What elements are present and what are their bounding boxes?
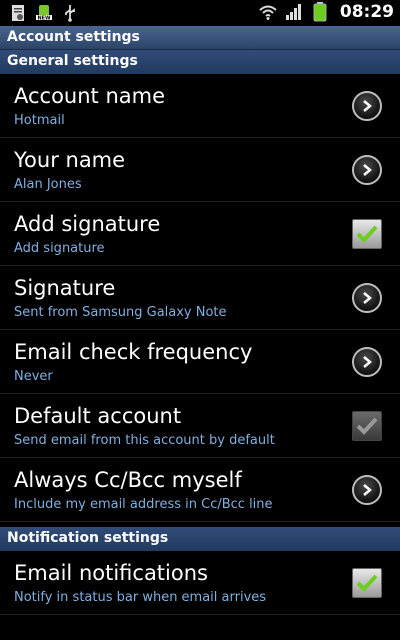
setting-signature[interactable]: Signature Sent from Samsung Galaxy Note xyxy=(0,266,400,330)
setting-account-name[interactable]: Account name Hotmail xyxy=(0,74,400,138)
clock: 08:29 xyxy=(339,2,394,22)
svg-text:NEW: NEW xyxy=(37,16,51,22)
chevron-right-icon[interactable] xyxy=(352,475,382,505)
signal-icon xyxy=(284,2,304,22)
section-header-notification: Notification settings xyxy=(0,527,400,551)
default-account-checkbox[interactable] xyxy=(352,411,382,441)
add-signature-checkbox[interactable] xyxy=(352,219,382,249)
setting-email-notifications[interactable]: Email notifications Notify in status bar… xyxy=(0,551,400,615)
section-header-label: Notification settings xyxy=(7,530,169,546)
usb-icon xyxy=(60,3,80,23)
system-icons: 08:29 xyxy=(258,2,394,22)
setting-title: Default account xyxy=(14,404,182,428)
checkmark-icon xyxy=(356,574,378,592)
page-title: Account settings xyxy=(7,29,140,45)
setting-your-name[interactable]: Your name Alan Jones xyxy=(0,138,400,202)
app-title-bar: Account settings xyxy=(0,26,400,50)
status-bar: NEW 08:29 xyxy=(0,0,400,26)
setting-title: Signature xyxy=(14,276,116,300)
setting-subtitle: Never xyxy=(14,369,53,384)
setting-always-cc-bcc[interactable]: Always Cc/Bcc myself Include my email ad… xyxy=(0,458,400,522)
setting-title: Email notifications xyxy=(14,561,208,585)
email-notifications-checkbox[interactable] xyxy=(352,568,382,598)
setting-title: Add signature xyxy=(14,212,161,236)
section-header-label: General settings xyxy=(7,53,138,69)
setting-subtitle: Sent from Samsung Galaxy Note xyxy=(14,305,227,320)
setting-title: Always Cc/Bcc myself xyxy=(14,468,242,492)
news-icon: NEW xyxy=(34,3,54,23)
section-header-general: General settings xyxy=(0,50,400,74)
setting-title: Account name xyxy=(14,84,166,108)
setting-subtitle: Alan Jones xyxy=(14,177,82,192)
chevron-right-icon[interactable] xyxy=(352,283,382,313)
checkmark-icon xyxy=(356,417,378,435)
setting-subtitle: Hotmail xyxy=(14,113,65,128)
chevron-right-icon[interactable] xyxy=(352,155,382,185)
chevron-right-icon[interactable] xyxy=(352,347,382,377)
setting-subtitle: Add signature xyxy=(14,241,105,256)
checkmark-icon xyxy=(356,225,378,243)
document-icon xyxy=(8,3,28,23)
chevron-right-icon[interactable] xyxy=(352,91,382,121)
setting-add-signature[interactable]: Add signature Add signature xyxy=(0,202,400,266)
setting-default-account[interactable]: Default account Send email from this acc… xyxy=(0,394,400,458)
battery-icon xyxy=(310,2,330,22)
setting-subtitle: Notify in status bar when email arrives xyxy=(14,590,267,605)
setting-subtitle: Include my email address in Cc/Bcc line xyxy=(14,497,273,512)
setting-title: Email check frequency xyxy=(14,340,253,364)
setting-title: Your name xyxy=(14,148,126,172)
wifi-icon xyxy=(258,2,278,22)
setting-subtitle: Send email from this account by default xyxy=(14,433,275,448)
notification-icons: NEW xyxy=(8,3,80,23)
setting-email-check-frequency[interactable]: Email check frequency Never xyxy=(0,330,400,394)
